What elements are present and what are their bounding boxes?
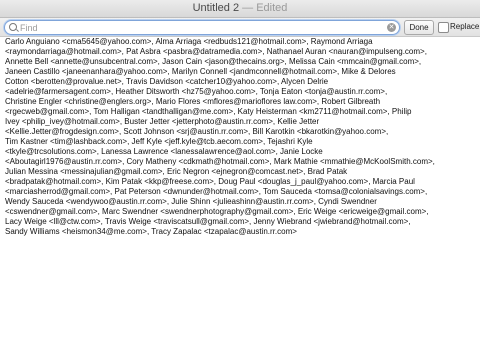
text-line: Tim Kastner <tim@lashback.com>, Jeff Kyl…: [5, 137, 313, 146]
text-line: <rgecweb@gmail.com>, Tom Halligan <tandt…: [5, 107, 412, 116]
window-title: Untitled 2 — Edited: [0, 2, 480, 14]
text-line: Julian Messina <messinajulian@gmail.com>…: [5, 167, 348, 176]
text-line: Ivey <philip_ivey@hotmail.com>, Buster J…: [5, 117, 320, 126]
text-line: Janeen Castillo <janeenanhara@yahoo.com>…: [5, 67, 396, 76]
text-line: <raymondarriaga@hotmail.com>, Pat Asbra …: [5, 47, 427, 56]
text-line: <adelrie@farmersagent.com>, Heather Dits…: [5, 87, 388, 96]
replace-checkbox[interactable]: [438, 22, 449, 33]
find-bar: ✕ Done Replace: [0, 18, 480, 37]
replace-toggle[interactable]: Replace: [438, 21, 480, 33]
search-icon: [9, 23, 17, 31]
text-line: <cswendner@gmail.com>, Marc Swendner <sw…: [5, 207, 429, 216]
done-button[interactable]: Done: [404, 20, 434, 35]
text-line: <tkyle@trcsolutions.com>, Lanessa Lawren…: [5, 147, 323, 156]
title-separator: —: [239, 2, 257, 14]
title-bar[interactable]: Untitled 2 — Edited: [0, 0, 480, 18]
text-line: Cotton <berotten@provalue.net>, Travis D…: [5, 77, 329, 86]
clear-search-icon[interactable]: ✕: [387, 23, 396, 32]
text-line: <Kellie.Jetter@frogdesign.com>, Scott Jo…: [5, 127, 389, 136]
text-line: Lacy Weige <lll@ctw.com>, Travis Weige <…: [5, 217, 411, 226]
text-line: Sandy Williams <heismon34@me.com>, Tracy…: [5, 227, 297, 236]
edited-status: Edited: [256, 2, 288, 14]
replace-label: Replace: [450, 22, 480, 31]
text-line: Wendy Sauceda <wendywoo@austin.rr.com>, …: [5, 197, 377, 206]
editor-window: Untitled 2 — Edited ✕ Done Replace Carlo…: [0, 0, 480, 360]
find-input[interactable]: [20, 21, 380, 34]
text-line: Christine Engler <christine@englers.org>…: [5, 97, 381, 106]
text-line: <bradpatak@hotmail.com>, Kim Patak <kkp@…: [5, 177, 415, 186]
text-line: <Aboutagirl1976@austin.rr.com>, Cory Mat…: [5, 157, 435, 166]
text-line: Carlo Anguiano <cma5645@yahoo.com>, Alma…: [5, 37, 373, 46]
find-field[interactable]: ✕: [4, 20, 400, 35]
text-line: <marciasherrod@gmail.com>, Pat Peterson …: [5, 187, 428, 196]
document-text-area[interactable]: Carlo Anguiano <cma5645@yahoo.com>, Alma…: [5, 37, 477, 237]
document-name: Untitled 2: [192, 2, 240, 14]
text-line: Annette Bell <annette@unsubcentral.com>,…: [5, 57, 422, 66]
